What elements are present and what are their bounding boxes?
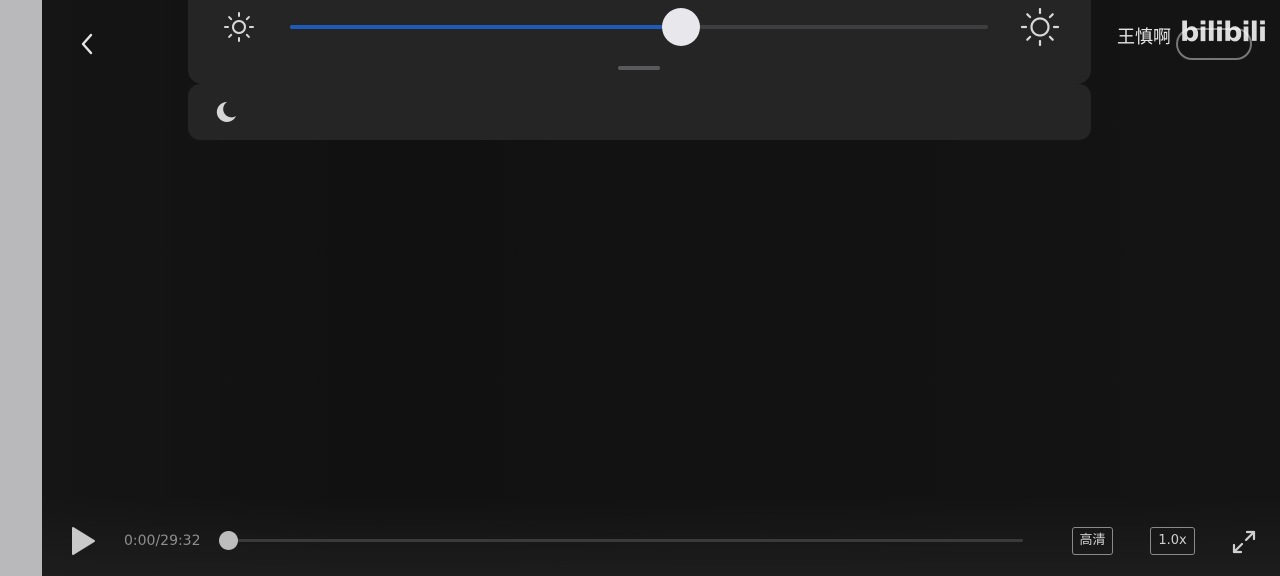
uploader-name[interactable]: 王慎啊 bbox=[1117, 26, 1171, 50]
brightness-slider[interactable] bbox=[290, 25, 988, 29]
progress-bar[interactable] bbox=[228, 539, 1023, 542]
play-button[interactable] bbox=[64, 521, 102, 561]
play-icon bbox=[72, 527, 95, 555]
speed-button[interactable]: 1.0x bbox=[1150, 527, 1195, 555]
brightness-slider-fill bbox=[290, 25, 681, 29]
brightness-slider-thumb[interactable] bbox=[661, 8, 700, 46]
progress-thumb[interactable] bbox=[219, 531, 238, 550]
side-strip bbox=[0, 0, 42, 576]
playback-time: 0:00/29:32 bbox=[124, 533, 201, 549]
bilibili-watermark: bilibili bbox=[1180, 17, 1267, 48]
quality-button[interactable]: 高清 bbox=[1072, 527, 1113, 555]
brightness-panel bbox=[188, 0, 1091, 84]
video-player-screen: 王慎啊 bilibili 0:00/29:32 高清 1.0x bbox=[0, 0, 1280, 576]
sun-large-icon bbox=[1020, 7, 1060, 47]
moon-icon bbox=[216, 101, 236, 122]
panel-drag-handle[interactable] bbox=[618, 66, 660, 70]
night-mode-panel[interactable] bbox=[188, 84, 1091, 140]
fullscreen-icon bbox=[1232, 530, 1256, 554]
sun-small-icon bbox=[224, 12, 254, 42]
chevron-left-icon bbox=[81, 33, 93, 55]
back-button[interactable] bbox=[72, 28, 102, 60]
fullscreen-button[interactable] bbox=[1229, 527, 1259, 557]
